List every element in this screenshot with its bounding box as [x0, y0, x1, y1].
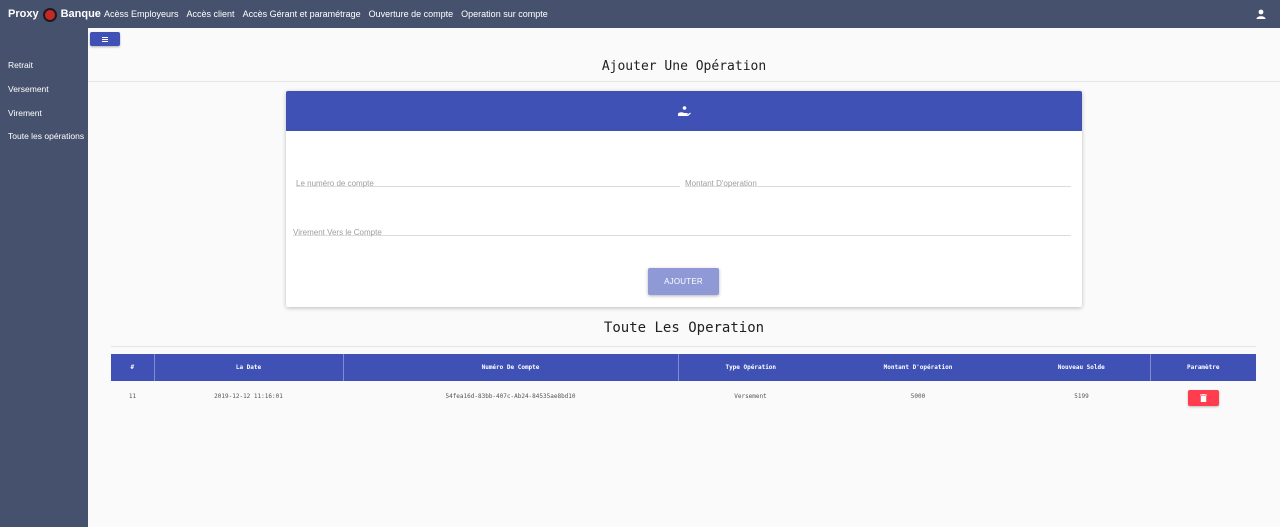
brand-name-right: Banque [60, 8, 101, 20]
add-operation-button[interactable]: AJOUTER [648, 268, 719, 295]
cell-date: 2019-12-12 11:16:01 [214, 393, 283, 400]
operations-table: # La Date Numéro De Compte Type Opératio… [111, 354, 1256, 411]
cell-amount: 5000 [910, 393, 926, 400]
top-navbar: Proxy Banque Acèss Employeurs Accès clie… [0, 0, 1280, 28]
user-icon[interactable] [1256, 9, 1266, 19]
deposit-hand-icon [678, 105, 691, 116]
cell-type: Versement [734, 393, 767, 400]
sidebar-item-transfer[interactable]: Virement [8, 108, 42, 118]
table-row: 11 2019-12-12 11:16:01 54fea16d-83bb-407… [111, 381, 1256, 411]
cell-id: 11 [128, 393, 137, 400]
table-header-row: # La Date Numéro De Compte Type Opératio… [111, 354, 1256, 381]
nav-link-open-account[interactable]: Ouverture de compte [369, 9, 454, 19]
nav-link-account-operations[interactable]: Operation sur compte [461, 9, 548, 19]
operations-title-divider [111, 346, 1256, 347]
nav-links: Acèss Employeurs Accès client Accès Géra… [104, 9, 556, 19]
cell-account: 54fea16d-83bb-407c-Ab24-84535ae8bd10 [445, 393, 576, 400]
col-header-settings: Paramètre [1186, 364, 1220, 371]
col-header-account: Numéro De Compte [343, 354, 679, 381]
col-header-balance: Nouveau Solde [1013, 354, 1151, 381]
trash-icon [1199, 394, 1207, 402]
transfer-to-field [293, 222, 1071, 237]
col-header-date: La Date [154, 354, 344, 381]
operations-table-wrap: # La Date Numéro De Compte Type Opératio… [111, 354, 1256, 411]
brand-logo[interactable]: Proxy Banque [0, 7, 104, 22]
sidebar-item-deposit[interactable]: Versement [8, 84, 49, 94]
operation-form-card: AJOUTER [286, 91, 1082, 307]
transfer-to-input[interactable] [293, 228, 1071, 237]
delete-button[interactable] [1187, 390, 1219, 406]
sidebar-item-all-operations[interactable]: Toute les opérations [8, 131, 84, 141]
account-number-field [296, 173, 680, 188]
menu-toggle-button[interactable] [90, 32, 120, 46]
main-content: Ajouter Une Opération AJOUTER Toute Les … [88, 28, 1280, 527]
nav-link-employee-access[interactable]: Acèss Employeurs [104, 9, 179, 19]
amount-input[interactable] [685, 179, 1071, 188]
amount-field [685, 173, 1071, 188]
col-header-id: # [111, 354, 155, 381]
cell-settings [1150, 381, 1256, 411]
cell-balance: 5199 [1074, 393, 1089, 400]
form-title-divider [88, 81, 1280, 82]
form-card-header [286, 91, 1082, 131]
sidebar: Retrait Versement Virement Toute les opé… [0, 28, 88, 527]
col-header-amount: Montant D'opération [883, 364, 953, 371]
form-title: Ajouter Une Opération [601, 59, 767, 74]
brand-name-left: Proxy [8, 8, 39, 20]
nav-link-manager-settings[interactable]: Accès Gérant et paramétrage [243, 9, 361, 19]
col-header-type: Type Opération [725, 364, 777, 371]
brand-emblem-icon [42, 8, 57, 22]
account-number-input[interactable] [296, 179, 680, 188]
nav-link-client-access[interactable]: Accès client [187, 9, 235, 19]
operations-title: Toute Les Operation [603, 320, 765, 336]
sidebar-item-withdrawal[interactable]: Retrait [8, 60, 33, 70]
hamburger-icon [102, 36, 108, 42]
